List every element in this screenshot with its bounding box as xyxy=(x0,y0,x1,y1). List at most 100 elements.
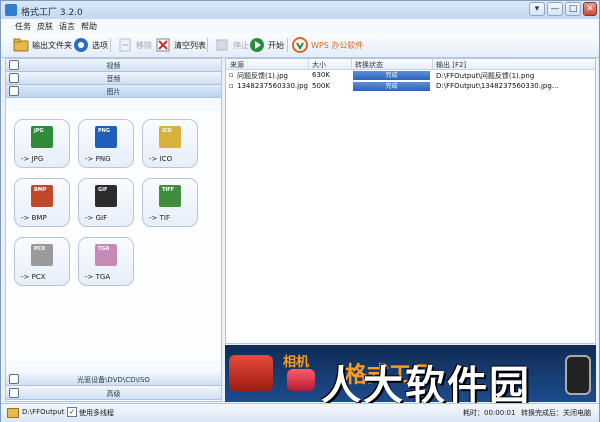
output-folder-button[interactable]: 输出文件夹 xyxy=(13,36,72,54)
format-tile-tga[interactable]: TGA -> TGA xyxy=(78,237,134,286)
column-divider xyxy=(308,59,309,69)
format-badge-text: BMP xyxy=(34,187,47,193)
output-folder-label: 输出文件夹 xyxy=(32,40,72,50)
row-source: 问题反馈(1).jpg xyxy=(237,72,288,80)
menu-language[interactable]: 语言 xyxy=(59,21,75,32)
menu-help[interactable]: 帮助 xyxy=(81,21,97,32)
column-divider xyxy=(351,59,352,69)
category-optical[interactable]: 光驱设备\DVD\CD\ISO xyxy=(6,373,221,386)
col-status[interactable]: 转换状态 xyxy=(355,60,383,70)
phone-icon xyxy=(565,355,591,395)
remove-button[interactable]: 移除 xyxy=(117,36,152,54)
category-image-label: 图片 xyxy=(106,88,121,96)
options-label: 选项 xyxy=(92,40,108,50)
row-status: 完成 xyxy=(353,82,430,91)
category-optical-label: 光驱设备\DVD\CD\ISO xyxy=(77,376,150,384)
wps-label: WPS 办公软件 xyxy=(311,40,364,50)
menu-bar: 任务 皮肤 语言 帮助 xyxy=(1,19,599,34)
remove-icon xyxy=(117,37,133,53)
start-button[interactable]: 开始 xyxy=(249,36,284,54)
maximize-button[interactable]: □ xyxy=(565,2,581,16)
file-icon: ▫ xyxy=(229,82,234,90)
row-status: 完成 xyxy=(353,71,430,80)
toolbar-divider xyxy=(207,38,208,52)
wps-office-button[interactable]: WPS 办公软件 xyxy=(292,36,363,54)
options-gear-icon xyxy=(73,37,89,53)
file-icon: ▫ xyxy=(229,71,234,79)
app-window: 格式工厂 3.2.0 ▾ — □ ✕ 任务 皮肤 语言 帮助 输出文件夹 选项 xyxy=(0,0,600,422)
status-bar: D:\FFOutput ✓ 使用多线程 耗时：00:00:01 转换完成后：关闭… xyxy=(1,403,599,422)
format-badge-text: JPG xyxy=(34,128,44,134)
format-tile-png[interactable]: PNG -> PNG xyxy=(78,119,134,168)
table-row[interactable]: ▫ 问题反馈(1).jpg 630K 完成 D:\FFOutput\问题反馈(1… xyxy=(226,70,595,81)
wps-logo-icon xyxy=(292,37,308,53)
banner-camera-label: 相机 xyxy=(283,355,310,370)
row-source: 1348237560330.jpg xyxy=(237,82,308,90)
start-label: 开始 xyxy=(268,40,284,50)
category-panel: 视频 音频 图片 JPG -> JPG PNG -> PNG ICO -> ICO BMP -… xyxy=(5,58,222,402)
format-tile-label: -> PCX xyxy=(21,273,46,281)
menu-task[interactable]: 任务 xyxy=(15,21,31,32)
format-tile-jpg[interactable]: JPG -> JPG xyxy=(14,119,70,168)
app-logo-icon xyxy=(5,4,17,16)
category-audio-label: 音频 xyxy=(106,75,121,83)
remove-label: 移除 xyxy=(136,40,152,50)
camera-icon xyxy=(287,369,315,391)
col-size[interactable]: 大小 xyxy=(312,60,326,70)
format-tile-label: -> JPG xyxy=(21,155,44,163)
category-image[interactable]: 图片 xyxy=(6,85,221,98)
start-play-icon xyxy=(249,37,265,53)
column-divider xyxy=(432,59,433,69)
format-badge-text: GIF xyxy=(98,187,108,193)
title-bar: 格式工厂 3.2.0 ▾ — □ ✕ xyxy=(1,1,599,19)
format-tile-label: -> TIF xyxy=(149,214,170,222)
folder-icon xyxy=(7,408,19,418)
close-button[interactable]: ✕ xyxy=(583,2,597,16)
toolbar-divider xyxy=(110,38,111,52)
row-output: D:\FFOutput\问题反馈(1).png xyxy=(436,72,535,80)
col-output[interactable]: 输出 [F2] xyxy=(436,60,466,70)
format-tile-gif[interactable]: GIF -> GIF xyxy=(78,178,134,227)
task-list: 来源 大小 转换状态 输出 [F2] ▫ 问题反馈(1).jpg 630K 完成… xyxy=(225,58,596,344)
format-tile-label: -> ICO xyxy=(149,155,173,163)
format-badge-text: TGA xyxy=(98,246,110,252)
image-format-grid: JPG -> JPG PNG -> PNG ICO -> ICO BMP -> BMP GIF -… xyxy=(6,111,221,361)
clear-list-icon xyxy=(155,37,171,53)
category-video-label: 视频 xyxy=(106,62,121,70)
format-tile-bmp[interactable]: BMP -> BMP xyxy=(14,178,70,227)
multithread-label: 使用多线程 xyxy=(79,409,114,417)
clear-list-button[interactable]: 清空列表 xyxy=(155,36,206,54)
format-tile-tiff[interactable]: TIFF -> TIF xyxy=(142,178,198,227)
folder-icon xyxy=(13,37,29,53)
clear-list-label: 清空列表 xyxy=(174,40,206,50)
multithread-checkbox[interactable]: ✓ xyxy=(67,407,77,417)
table-row[interactable]: ▫ 1348237560330.jpg 500K 完成 D:\FFOutput\… xyxy=(226,81,595,92)
skin-menu-button[interactable]: ▾ xyxy=(529,2,545,16)
minimize-button[interactable]: — xyxy=(547,2,563,16)
format-tile-label: -> BMP xyxy=(21,214,47,222)
category-audio[interactable]: 音频 xyxy=(6,72,221,85)
format-badge-text: ICO xyxy=(162,128,172,134)
elapsed-time: 耗时：00:00:01 xyxy=(463,409,516,417)
row-size: 630K xyxy=(312,71,330,79)
options-button[interactable]: 选项 xyxy=(73,36,108,54)
after-convert-action[interactable]: 转换完成后：关闭电脑 xyxy=(521,408,591,418)
format-tile-ico[interactable]: ICO -> ICO xyxy=(142,119,198,168)
col-source[interactable]: 来源 xyxy=(230,60,244,70)
format-badge-text: PNG xyxy=(98,128,110,134)
task-list-header: 来源 大小 转换状态 输出 [F2] xyxy=(226,59,595,70)
stop-label: 停止 xyxy=(233,40,249,50)
category-advanced[interactable]: 高级 xyxy=(6,387,221,400)
format-badge-text: TIFF xyxy=(162,187,175,193)
format-tile-pcx[interactable]: PCX -> PCX xyxy=(14,237,70,286)
camcorder-icon xyxy=(229,355,273,391)
format-tile-label: -> TGA xyxy=(85,273,111,281)
format-badge-text: PCX xyxy=(34,246,46,252)
output-path[interactable]: D:\FFOutput xyxy=(22,408,64,416)
category-video[interactable]: 视频 xyxy=(6,59,221,72)
format-tile-label: -> GIF xyxy=(85,214,108,222)
window-title: 格式工厂 3.2.0 xyxy=(21,8,83,18)
stop-button[interactable]: 停止 xyxy=(214,36,249,54)
toolbar-divider xyxy=(287,38,288,52)
menu-skin[interactable]: 皮肤 xyxy=(37,21,53,32)
